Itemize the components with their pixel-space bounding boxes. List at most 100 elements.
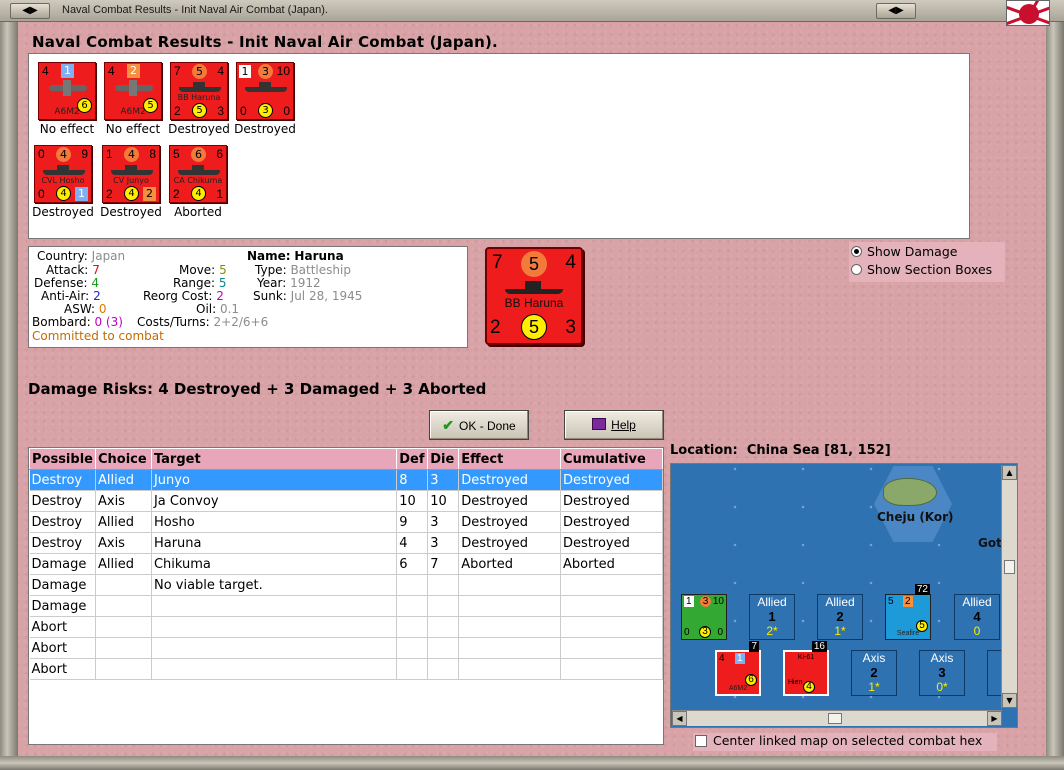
table-cell xyxy=(95,658,152,680)
table-cell xyxy=(396,616,429,638)
a6m2-counter[interactable]: 7 4 1 A6M2 6 xyxy=(715,641,761,696)
info-country: Country: Japan xyxy=(37,249,126,263)
col-die[interactable]: Die xyxy=(427,448,460,470)
table-cell xyxy=(396,658,429,680)
unit-counter[interactable]: 4 2 A6M2 5 xyxy=(104,62,162,120)
show-section-boxes-option[interactable]: Show Section Boxes xyxy=(851,262,992,277)
system-menu-button[interactable]: ◀▶ xyxy=(10,3,50,19)
table-cell xyxy=(427,637,460,659)
col-cumulative[interactable]: Cumulative xyxy=(560,448,663,470)
show-damage-option[interactable]: Show Damage xyxy=(851,244,957,259)
table-cell xyxy=(427,595,460,617)
allied-stack-4[interactable]: Allied 4 0 xyxy=(954,594,1000,640)
axis-stack-3[interactable]: Axis 3 0* xyxy=(919,650,965,696)
table-row[interactable]: Destroy Allied Junyo 8 3 Destroyed Destroyed xyxy=(29,469,663,491)
seafire-counter[interactable]: 72 5 2 Seafire 5 xyxy=(885,584,931,640)
table-row[interactable]: Abort xyxy=(29,616,663,638)
allied-stack-2[interactable]: Allied 2 1* xyxy=(817,594,863,640)
scroll-down-icon[interactable]: ▼ xyxy=(1002,693,1017,708)
col-possible[interactable]: Possible xyxy=(29,448,96,470)
info-costs: Costs/Turns: 2+2/6+6 xyxy=(137,315,269,329)
map-horizontal-scrollbar[interactable]: ◀ ▶ xyxy=(672,710,1002,726)
table-row[interactable]: Damage Allied Chikuma 6 7 Aborted Aborted xyxy=(29,553,663,575)
table-cell: Damage xyxy=(29,574,96,596)
allied-ship-counter[interactable]: 1 3 10 0 3 0 xyxy=(681,594,727,640)
frame-rail-bottom xyxy=(0,756,1064,770)
allied-stack-1[interactable]: Allied 1 2* xyxy=(749,594,795,640)
table-row[interactable]: Abort xyxy=(29,658,663,680)
map-vertical-scrollbar[interactable]: ▲ ▼ xyxy=(1001,465,1017,708)
table-cell xyxy=(560,637,663,659)
table-row[interactable]: Destroy Allied Hosho 9 3 Destroyed Destroyed xyxy=(29,511,663,533)
horizontal-scroll-thumb[interactable] xyxy=(828,713,842,724)
table-cell: Allied xyxy=(95,469,152,491)
vertical-scroll-thumb[interactable] xyxy=(1004,560,1015,574)
unit-counter[interactable]: 0 4 9 CVL Hosho 0 4 1 xyxy=(34,145,92,203)
table-cell: 10 xyxy=(396,490,429,512)
table-cell xyxy=(95,595,152,617)
table-cell: 3 xyxy=(427,532,460,554)
table-cell: 10 xyxy=(427,490,460,512)
scroll-up-icon[interactable]: ▲ xyxy=(1002,465,1017,480)
table-cell xyxy=(560,658,663,680)
table-cell: Destroyed xyxy=(560,490,663,512)
unit-slot[interactable]: 1 3 10 0 3 0 Destroyed xyxy=(233,62,297,136)
col-choice[interactable]: Choice xyxy=(94,448,152,470)
info-attack: Attack: 7 xyxy=(46,263,100,277)
unit-slot[interactable]: 5 6 6 CA Chikuma 2 4 1 Aborted xyxy=(166,145,230,219)
table-row[interactable]: Destroy Axis Ja Convoy 10 10 Destroyed Destroy… xyxy=(29,490,663,512)
table-row[interactable]: Damage No viable target. xyxy=(29,574,663,596)
radio-unselected-icon[interactable] xyxy=(851,264,862,275)
japan-flag-icon xyxy=(1006,0,1050,26)
table-cell xyxy=(458,637,562,659)
ok-done-button[interactable]: ✔ OK - Done xyxy=(429,410,529,440)
unit-counter[interactable]: 1 4 8 CV Junyo 2 4 2 xyxy=(102,145,160,203)
unit-slot[interactable]: 4 1 A6M2 6 No effect xyxy=(35,62,99,136)
table-row[interactable]: Destroy Axis Haruna 4 3 Destroyed Destroyed xyxy=(29,532,663,554)
table-cell xyxy=(427,574,460,596)
table-cell xyxy=(396,595,429,617)
window-control-button[interactable]: ◀▶ xyxy=(876,3,916,19)
table-cell: Chikuma xyxy=(151,553,398,575)
unit-counter[interactable]: 7 5 4 BB Haruna 2 5 3 xyxy=(170,62,228,120)
table-cell xyxy=(458,595,562,617)
ship-icon xyxy=(111,165,153,175)
center-linked-checkbox[interactable] xyxy=(695,735,707,747)
col-def[interactable]: Def xyxy=(396,448,429,470)
table-cell: 4 xyxy=(396,532,429,554)
unit-counter[interactable]: 5 6 6 CA Chikuma 2 4 1 xyxy=(169,145,227,203)
help-button[interactable]: Help xyxy=(564,410,664,440)
unit-slot[interactable]: 0 4 9 CVL Hosho 0 4 1 Destroyed xyxy=(31,145,95,219)
col-effect[interactable]: Effect xyxy=(458,448,562,470)
plane-icon xyxy=(49,80,87,96)
scroll-left-icon[interactable]: ◀ xyxy=(672,711,687,726)
unit-counter[interactable]: 1 3 10 0 3 0 xyxy=(236,62,294,120)
axis-stack-2[interactable]: Axis 2 1* xyxy=(851,650,897,696)
ship-icon xyxy=(245,82,287,92)
table-row[interactable]: Damage xyxy=(29,595,663,617)
unit-slot[interactable]: 4 2 A6M2 5 No effect xyxy=(101,62,165,136)
table-header: Possible Choice Target Def Die Effect Cu… xyxy=(29,448,663,470)
unit-result: Aborted xyxy=(174,205,222,219)
unit-result: Destroyed xyxy=(168,122,230,136)
radio-selected-icon[interactable] xyxy=(851,246,862,257)
unit-slot[interactable]: 1 4 8 CV Junyo 2 4 2 Destroyed xyxy=(99,145,163,219)
unit-counter[interactable]: 4 1 A6M2 6 xyxy=(38,62,96,120)
col-target[interactable]: Target xyxy=(150,448,398,470)
ship-icon xyxy=(505,281,563,294)
info-antiair: Anti-Air: 2 xyxy=(41,289,101,303)
table-row[interactable]: Abort xyxy=(29,637,663,659)
info-name: Name: Haruna xyxy=(247,249,344,263)
linked-map[interactable]: Cheju (Kor) Got 1 3 10 0 3 0 Allied 1 2* A… xyxy=(670,463,1018,728)
table-cell: 8 xyxy=(396,469,429,491)
table-cell xyxy=(458,658,562,680)
center-linked-map-option[interactable]: Center linked map on selected combat hex xyxy=(693,733,997,751)
table-cell xyxy=(560,616,663,638)
island-shape xyxy=(883,478,937,506)
hien-counter[interactable]: 16 Ki-61 Hien 4 xyxy=(783,641,829,696)
location-label: Location: China Sea [81, 152] xyxy=(670,443,891,458)
scroll-right-icon[interactable]: ▶ xyxy=(987,711,1002,726)
ship-icon xyxy=(179,82,221,92)
unit-slot[interactable]: 7 5 4 BB Haruna 2 5 3 Destroyed xyxy=(167,62,231,136)
plane-icon xyxy=(115,80,153,96)
